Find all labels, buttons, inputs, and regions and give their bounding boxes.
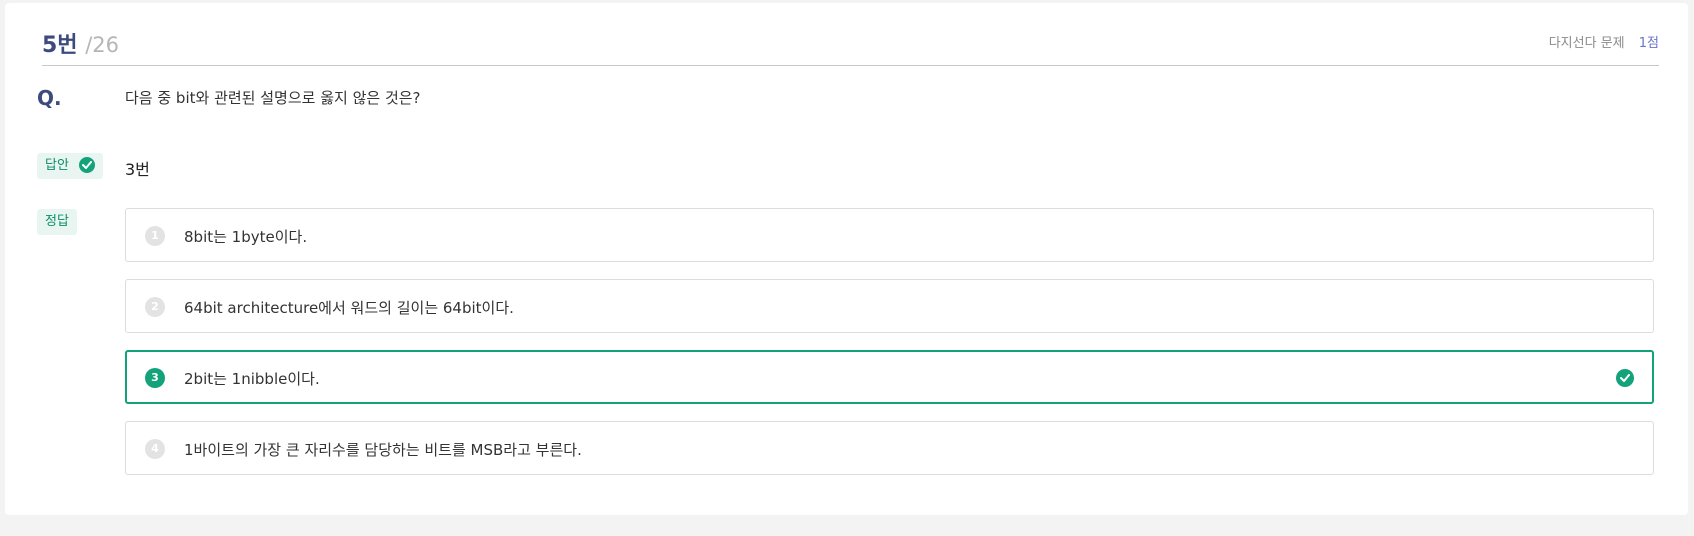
- question-points: 1점: [1638, 36, 1659, 51]
- option-item-1[interactable]: 1 8bit는 1byte이다.: [125, 208, 1654, 262]
- answer-badge-label: 답안: [45, 158, 69, 173]
- question-text: 다음 중 bit와 관련된 설명으로 옳지 않은 것은?: [125, 89, 421, 107]
- question-meta: 다지선다 문제 1점: [1549, 32, 1659, 51]
- submitted-answer: 3번: [125, 160, 150, 179]
- question-number-total: /26: [85, 33, 120, 57]
- option-item-4[interactable]: 4 1바이트의 가장 큰 자리수를 담당하는 비트를 MSB라고 부른다.: [125, 421, 1654, 475]
- option-number-badge: 4: [145, 439, 165, 459]
- check-circle-icon: [79, 156, 96, 173]
- question-label: Q.: [37, 86, 62, 110]
- option-text: 1바이트의 가장 큰 자리수를 담당하는 비트를 MSB라고 부른다.: [184, 441, 582, 459]
- question-header: 5번 /26 다지선다 문제 1점: [42, 23, 1659, 66]
- question-number-current: 5번: [42, 33, 78, 58]
- option-number-badge: 2: [145, 297, 165, 317]
- option-number-badge: 1: [145, 226, 165, 246]
- option-number-badge: 3: [145, 368, 165, 388]
- answer-badge: 답안: [37, 153, 104, 179]
- correct-answer-badge: 정답: [37, 209, 77, 235]
- option-item-2[interactable]: 2 64bit architecture에서 워드의 길이는 64bit이다.: [125, 279, 1654, 333]
- option-text: 2bit는 1nibble이다.: [184, 370, 320, 388]
- question-number: 5번 /26: [42, 27, 119, 59]
- option-item-3[interactable]: 3 2bit는 1nibble이다.: [125, 350, 1654, 404]
- selected-check-icon: [1616, 369, 1634, 387]
- option-list: 1 8bit는 1byte이다. 2 64bit architecture에서 …: [125, 208, 1654, 492]
- option-text: 64bit architecture에서 워드의 길이는 64bit이다.: [184, 299, 514, 317]
- option-text: 8bit는 1byte이다.: [184, 228, 308, 246]
- question-type: 다지선다 문제: [1548, 36, 1625, 51]
